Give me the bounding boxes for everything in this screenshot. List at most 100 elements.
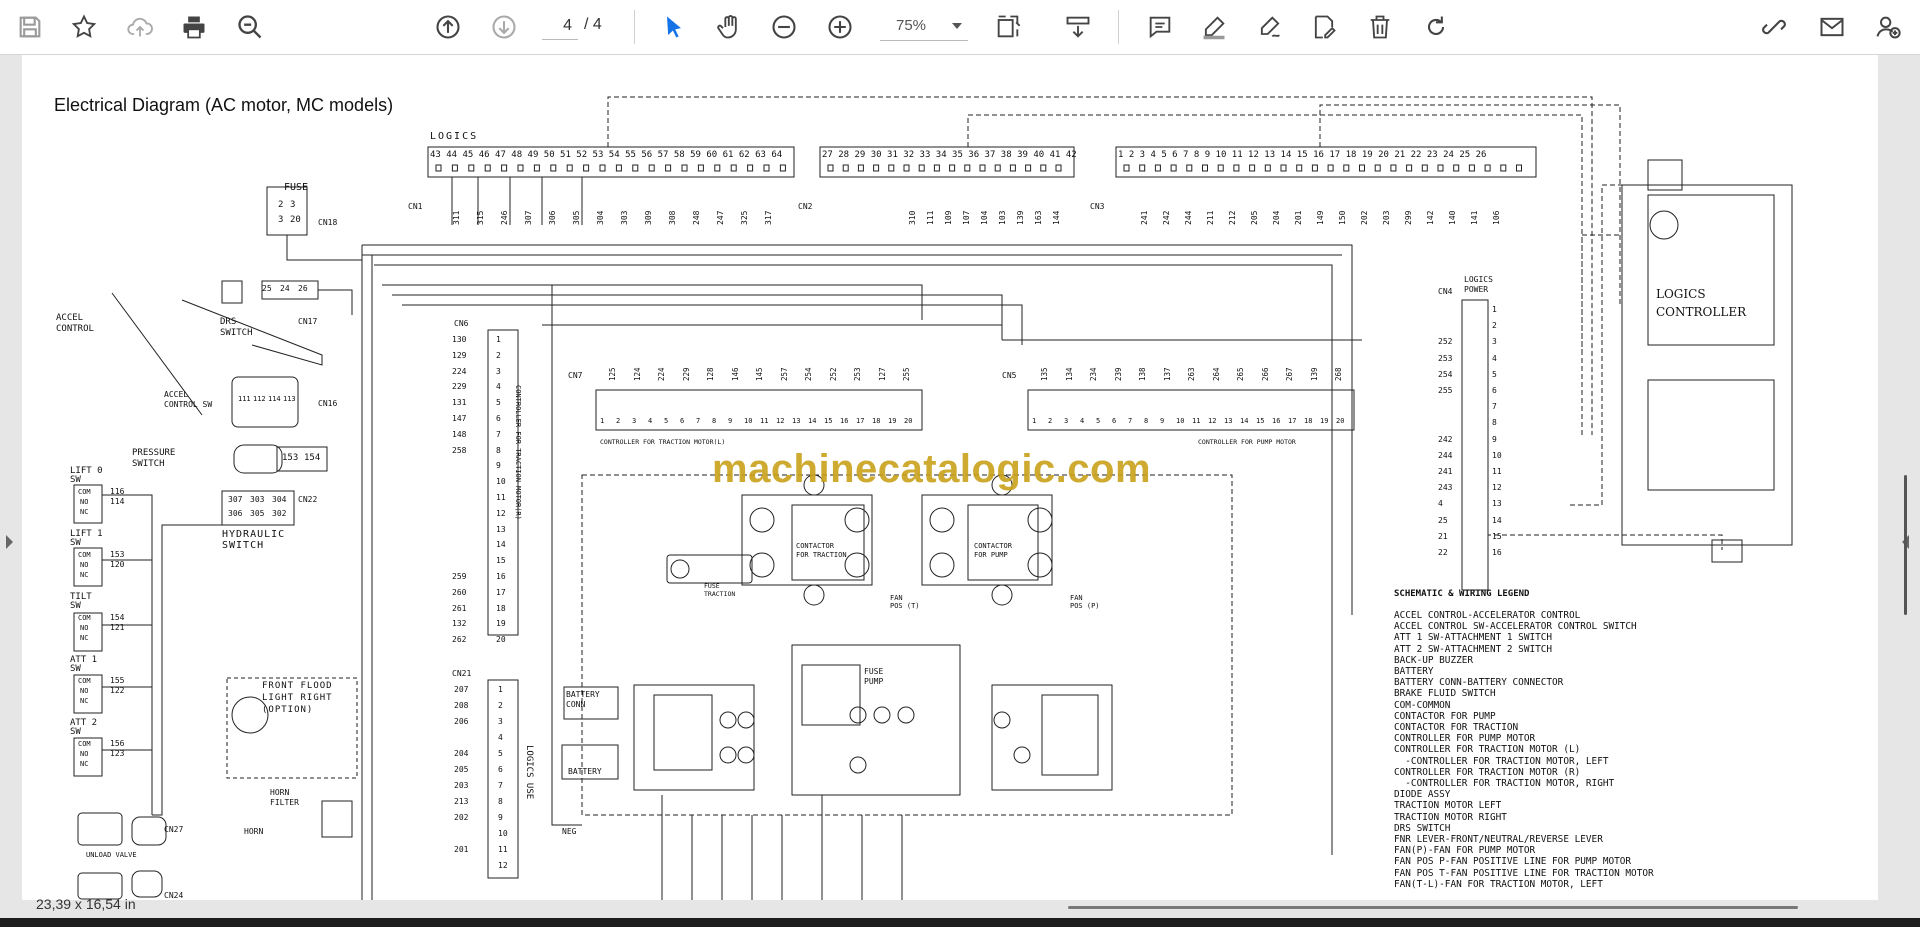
cn6-pin: 12: [496, 508, 506, 518]
hand-icon[interactable]: [712, 9, 748, 45]
wire-number: 103: [998, 210, 1007, 225]
zoom-out-icon[interactable]: [766, 9, 802, 45]
edit-pdf-icon[interactable]: [1306, 9, 1342, 45]
cn24-label: CN24: [164, 891, 184, 900]
drs-switch-label: DRS SWITCH: [220, 317, 253, 338]
highlight-icon[interactable]: [1196, 9, 1232, 45]
cn6-wire: 129: [452, 350, 467, 360]
pressure-pin: 154: [304, 453, 321, 463]
logics-power-label: LOGICS POWER: [1464, 275, 1493, 294]
fit-page-icon[interactable]: [990, 9, 1026, 45]
scroll-mode-icon[interactable]: [1060, 9, 1096, 45]
pin-number: 14: [1240, 417, 1249, 425]
cn2-pins: 27 28 29 30 31 32 33 34 35 36 37 38 39 4…: [822, 150, 1077, 160]
pin-number: 11: [760, 417, 769, 425]
page-number-input[interactable]: [542, 12, 578, 40]
cn4-pin: 11: [1492, 467, 1502, 476]
cn21-pin: 1: [498, 685, 503, 694]
cn6-wire: 148: [452, 429, 467, 439]
connector-pin: [665, 164, 672, 172]
wire-number: 125: [608, 367, 617, 381]
account-icon[interactable]: [1870, 9, 1906, 45]
sign-icon[interactable]: [1252, 9, 1288, 45]
connector-pin: [873, 164, 880, 172]
connector-pin: [827, 164, 834, 172]
cn6-pin: 8: [496, 445, 501, 455]
wire-number: 149: [1316, 210, 1325, 225]
pin-number: 7: [1128, 417, 1133, 425]
document-viewer[interactable]: Electrical Diagram (AC motor, MC models)…: [0, 55, 1920, 927]
connector-pin: [1359, 164, 1365, 172]
cn21-wire: 213: [454, 797, 469, 806]
save-icon[interactable]: [12, 9, 48, 45]
legend-item: DRS SWITCH: [1394, 822, 1451, 834]
switch-nc: NC: [80, 571, 89, 579]
share-link-icon[interactable]: [1756, 9, 1792, 45]
legend-item: ACCEL CONTROL SW-ACCELERATOR CONTROL SWI…: [1394, 621, 1637, 633]
connector-pin: [1406, 164, 1413, 172]
pin-number: 4: [648, 417, 653, 425]
select-arrow-icon[interactable]: [656, 9, 692, 45]
rotate-icon[interactable]: [1418, 9, 1454, 45]
connector-pin: [933, 164, 940, 172]
wire-number: 144: [1052, 210, 1061, 225]
connector-pin: [1327, 164, 1334, 172]
wire-number: 139: [1016, 210, 1025, 225]
cn21-pin: 3: [498, 717, 503, 726]
wire-number: 137: [1162, 367, 1172, 381]
legend-item: BACK-UP BUZZER: [1394, 654, 1474, 666]
cn6-pin: 14: [496, 540, 506, 550]
pin-number: 20: [1336, 417, 1345, 425]
legend-item: FAN POS T-FAN POSITIVE LINE FOR TRACTION…: [1394, 867, 1654, 879]
zoom-dropdown[interactable]: 75%: [880, 12, 968, 41]
switch-nc: NC: [80, 697, 89, 705]
wire-number: 310: [908, 210, 917, 225]
connector-pin: [1437, 164, 1444, 172]
email-icon[interactable]: [1814, 9, 1850, 45]
switch-wire: 120: [110, 560, 125, 569]
accel-control-sw-label: ACCEL CONTROL SW: [164, 390, 213, 409]
ctrl-pump-caption: CONTROLLER FOR PUMP MOTOR: [1198, 438, 1296, 446]
pdf-page[interactable]: Electrical Diagram (AC motor, MC models)…: [22, 55, 1878, 900]
page-down-icon[interactable]: [486, 9, 522, 45]
cloud-upload-icon[interactable]: [122, 9, 158, 45]
switch-no: NO: [80, 624, 89, 632]
pin-number: 5: [1096, 417, 1101, 425]
cn6-pin: 19: [496, 619, 506, 629]
vertical-scrollbar[interactable]: [1904, 475, 1907, 615]
legend-item: ATT 2 SW-ATTACHMENT 2 SWITCH: [1394, 643, 1553, 655]
wire-number: 264: [1211, 367, 1221, 381]
wire-number: 138: [1138, 367, 1147, 381]
cn27-label: CN27: [164, 825, 184, 834]
connector-pin: [550, 164, 557, 172]
wire-number: 241: [1140, 210, 1149, 225]
zoom-in-icon[interactable]: [822, 9, 858, 45]
toolbar-divider: [634, 10, 635, 44]
comment-icon[interactable]: [1142, 9, 1178, 45]
connector-pin: [779, 164, 786, 172]
star-icon[interactable]: [66, 9, 102, 45]
delete-icon[interactable]: [1362, 9, 1398, 45]
switch-nc: NC: [80, 634, 89, 642]
cn6-wire: 229: [452, 382, 467, 392]
wire-number: 255: [902, 367, 911, 381]
connector-pin: [1025, 164, 1032, 172]
cn21-wire: 207: [454, 685, 469, 694]
wire-number: 163: [1034, 210, 1043, 225]
cn1-pins: 43 44 45 46 47 48 49 50 51 52 53 54 55 5…: [430, 150, 783, 160]
cn21-pin: 9: [498, 813, 503, 822]
page-up-icon[interactable]: [430, 9, 466, 45]
cn4-wire: 255: [1438, 386, 1453, 395]
wire-number: 268: [1334, 367, 1343, 381]
zoom-search-icon[interactable]: [232, 9, 268, 45]
previous-page-arrow-icon[interactable]: [6, 535, 13, 549]
print-icon[interactable]: [176, 9, 212, 45]
cn16-pin: 114: [268, 395, 281, 403]
connector-pin: [714, 164, 721, 172]
fan-pos-p-label: FAN POS (P): [1070, 594, 1100, 610]
connector-pin: [1055, 164, 1062, 172]
horizontal-scrollbar[interactable]: [1068, 906, 1798, 909]
pin-number: 19: [1320, 417, 1329, 425]
cn21-pin: 6: [498, 765, 503, 774]
switch-label-att1: ATT 1 SW: [70, 655, 98, 674]
